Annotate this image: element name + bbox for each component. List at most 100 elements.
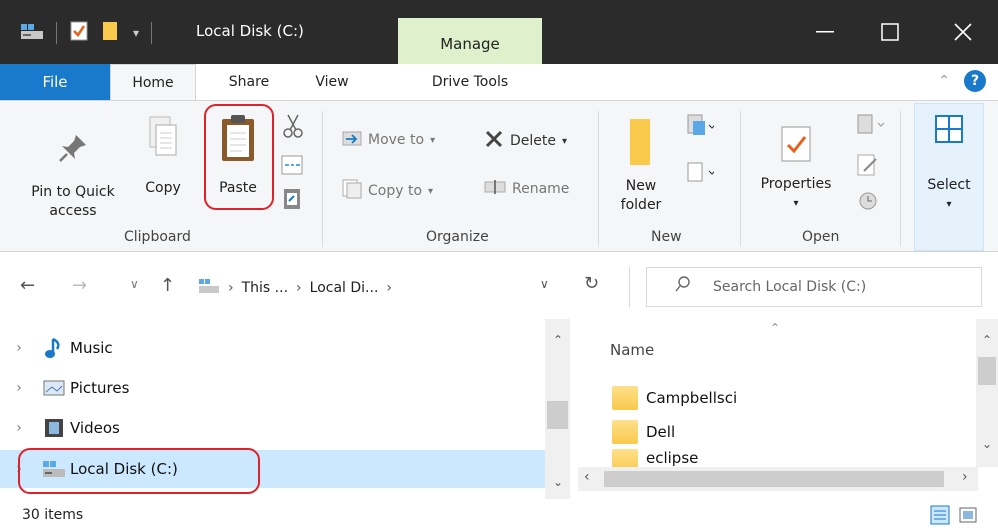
pin-to-quick-access-button[interactable]: Pin to Quick access (18, 131, 128, 221)
open-icon[interactable] (856, 113, 886, 141)
move-to-label: Move to (368, 132, 425, 148)
search-icon (674, 275, 692, 297)
horizontal-scrollbar[interactable]: ‹ › (578, 467, 978, 491)
breadcrumb[interactable]: › This ... › Local Di... › (198, 268, 570, 308)
tree-item-label: Pictures (70, 379, 130, 397)
forward-arrow-icon[interactable]: → (72, 275, 87, 296)
tab-home[interactable]: Home (110, 64, 196, 101)
folder-icon (612, 449, 638, 467)
breadcrumb-separator: › (228, 280, 234, 296)
content-scrollbar[interactable]: ⌃ ⌄ (976, 319, 998, 467)
minimize-button[interactable] (790, 0, 860, 64)
scroll-right-icon[interactable]: › (962, 469, 968, 485)
edit-icon[interactable] (856, 153, 880, 181)
pictures-icon (38, 379, 70, 397)
breadcrumb-separator: › (296, 280, 302, 296)
tab-view[interactable]: View (298, 64, 366, 100)
nav-pane-scrollbar[interactable]: ⌃ ⌄ (545, 319, 570, 499)
scrollbar-thumb[interactable] (604, 471, 944, 487)
chevron-right-icon[interactable]: › (0, 340, 38, 356)
move-to-icon (342, 129, 362, 151)
ribbon-tabs: File Home Share View Drive Tools ⌃ ? (0, 64, 998, 101)
select-button[interactable]: Select ▾ (914, 103, 984, 251)
rename-button[interactable]: Rename (484, 179, 569, 199)
tree-item-videos[interactable]: › Videos (0, 409, 545, 447)
new-folder-qa-icon[interactable] (101, 20, 121, 46)
refresh-icon[interactable]: ↻ (584, 273, 599, 294)
copy-to-icon (342, 179, 362, 203)
scroll-left-icon[interactable]: ‹ (584, 469, 590, 485)
ribbon: Pin to Quick access Copy Paste Clipboard… (0, 100, 998, 252)
customize-qa-dropdown-icon[interactable]: ▾ (133, 26, 139, 40)
details-view-icon[interactable] (930, 505, 950, 529)
organize-group-label: Organize (426, 229, 489, 245)
chevron-right-icon[interactable]: › (0, 380, 38, 396)
chevron-down-icon: ▾ (562, 135, 568, 147)
help-icon[interactable]: ? (964, 70, 986, 92)
scroll-up-icon[interactable]: ⌃ (553, 333, 563, 347)
history-icon[interactable] (858, 191, 878, 215)
tree-item-label: Music (70, 339, 113, 357)
copy-icon (146, 116, 180, 169)
column-header-name[interactable]: Name (610, 341, 654, 359)
maximize-button[interactable] (855, 0, 925, 64)
search-input[interactable]: Search Local Disk (C:) (646, 267, 982, 307)
properties-icon (778, 126, 814, 167)
tab-file[interactable]: File (0, 64, 110, 100)
chevron-right-icon[interactable]: › (0, 420, 38, 436)
properties-check-icon[interactable] (69, 20, 89, 46)
copy-path-icon[interactable] (280, 153, 304, 181)
scroll-down-icon[interactable]: ⌄ (553, 475, 563, 489)
copy-to-label: Copy to (368, 183, 423, 199)
move-to-button[interactable]: Move to ▾ (342, 129, 435, 151)
tab-drive-tools[interactable]: Drive Tools (400, 64, 540, 100)
up-arrow-icon[interactable]: ↑ (160, 275, 175, 296)
properties-button[interactable]: Properties ▾ (748, 123, 844, 213)
pin-icon (56, 135, 90, 169)
large-icons-view-icon[interactable] (958, 505, 978, 529)
copy-button[interactable]: Copy (138, 113, 188, 198)
local-disk-highlight-annotation (18, 448, 260, 494)
tree-item-music[interactable]: › Music (0, 329, 545, 367)
chevron-down-icon: ▾ (793, 198, 799, 209)
copy-to-button[interactable]: Copy to ▾ (342, 179, 433, 203)
title-bar: ▾ Local Disk (C:) Manage (0, 0, 998, 64)
scrollbar-thumb[interactable] (547, 401, 568, 429)
list-item[interactable]: Dell (612, 415, 675, 449)
open-group-label: Open (802, 229, 840, 245)
cut-icon[interactable] (282, 113, 304, 143)
new-folder-label-1: New (625, 178, 657, 194)
list-item[interactable]: Campbellsci (612, 381, 737, 415)
music-icon (38, 337, 70, 359)
back-arrow-icon[interactable]: ← (20, 275, 35, 296)
file-name: Campbellsci (646, 389, 738, 407)
quick-access-toolbar: ▾ (20, 20, 153, 46)
delete-button[interactable]: Delete ▾ (484, 129, 567, 153)
new-item-icon[interactable] (684, 113, 716, 143)
breadcrumb-this-pc[interactable]: This ... (242, 280, 288, 296)
list-item[interactable]: eclipse (612, 449, 698, 467)
chevron-down-icon: ▾ (430, 134, 436, 146)
new-folder-button[interactable]: New folder (610, 117, 672, 215)
breadcrumb-local-disk[interactable]: Local Di... (310, 280, 379, 296)
copy-label: Copy (145, 180, 181, 196)
tab-manage[interactable]: Manage (398, 18, 542, 64)
tree-item-pictures[interactable]: › Pictures (0, 369, 545, 407)
navigation-bar: ← → ∨ ↑ › This ... › Local Di... › ∨ ↻ S… (0, 253, 998, 319)
new-folder-label-2: folder (620, 197, 662, 213)
chevron-down-icon: ▾ (946, 199, 952, 210)
scrollbar-thumb[interactable] (978, 357, 996, 385)
rename-label: Rename (512, 181, 570, 197)
delete-label: Delete (510, 133, 556, 149)
paste-shortcut-icon[interactable] (282, 187, 302, 215)
clipboard-group-label: Clipboard (124, 229, 191, 245)
scroll-up-icon[interactable]: ⌃ (982, 333, 992, 347)
recent-locations-icon[interactable]: ∨ (130, 277, 139, 291)
scroll-down-icon[interactable]: ⌄ (982, 437, 992, 451)
tab-share[interactable]: Share (214, 64, 284, 100)
address-dropdown-icon[interactable]: ∨ (540, 277, 549, 291)
file-name: Dell (646, 423, 676, 441)
close-button[interactable] (928, 0, 998, 64)
easy-access-icon[interactable] (684, 159, 716, 189)
collapse-ribbon-icon[interactable]: ⌃ (938, 73, 950, 89)
